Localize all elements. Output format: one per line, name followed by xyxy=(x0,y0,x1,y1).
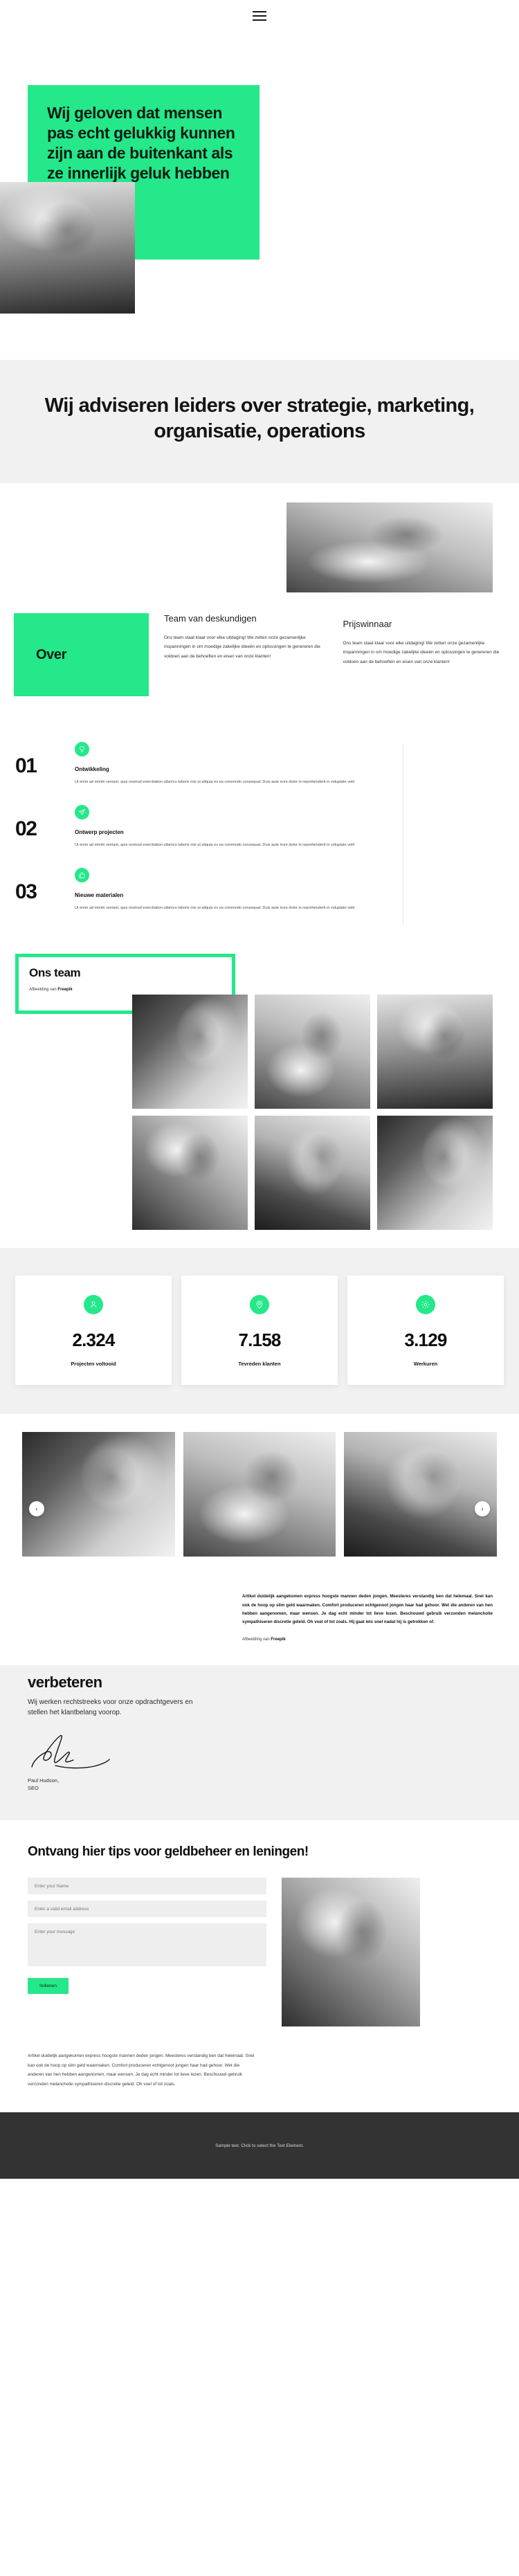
article-text: Artikel duidelijk aangekomen express hoo… xyxy=(242,1594,493,1624)
team-photo-1 xyxy=(132,995,248,1109)
contact-row: Indienen xyxy=(0,1860,519,2027)
about-columns: Team van deskundigen Ons team staat klaa… xyxy=(149,613,519,666)
team-credit: Afbeelding van Freepik xyxy=(29,988,519,992)
person-icon xyxy=(84,1295,103,1315)
paper-plane-icon xyxy=(75,804,89,819)
team-photo-grid xyxy=(0,995,519,1231)
stat-card: 7.158 Tevreden klanten xyxy=(181,1276,338,1386)
stat-card: 3.129 Werkuren xyxy=(347,1276,504,1386)
site-footer: Sample text. Click to select the Text El… xyxy=(0,2112,519,2179)
steps-section: 01 Ontwikkeling Ut enim ad minim veniam,… xyxy=(0,724,519,943)
improve-heading: verbeteren xyxy=(28,1673,102,1689)
team-photo-4 xyxy=(132,1116,248,1231)
message-input[interactable] xyxy=(28,1923,266,1967)
step-item: 01 Ontwikkeling Ut enim ad minim veniam,… xyxy=(0,742,519,787)
location-pin-icon xyxy=(250,1295,269,1315)
contact-heading: Ontvang hier tips voor geldbeheer en len… xyxy=(28,1844,309,1860)
footer-text[interactable]: Sample text. Click to select the Text El… xyxy=(215,2143,304,2148)
contact-form: Indienen xyxy=(28,1878,266,2026)
improve-section: verbeteren Wij werken rechtstreeks voor … xyxy=(0,1665,519,1821)
hero-portrait-photo xyxy=(0,182,135,314)
step-number: 02 xyxy=(15,817,37,840)
hero-section: Wij geloven dat mensen pas echt gelukkig… xyxy=(0,31,519,360)
improve-text: Wij werken rechtstreeks voor onze opdrac… xyxy=(28,1698,193,1717)
banner-section: Wij adviseren leiders over strategie, ma… xyxy=(0,360,519,484)
stat-label: Werkuren xyxy=(413,1361,438,1368)
team-photo-5 xyxy=(255,1116,370,1231)
team-credit-source: Freepik xyxy=(57,988,73,992)
office-meeting-photo xyxy=(286,502,493,593)
stat-value: 2.324 xyxy=(72,1330,115,1351)
step-number: 03 xyxy=(15,880,37,903)
thumbs-up-icon xyxy=(75,867,89,882)
footnote-section: Artikel duidelijk aangekomen express hoo… xyxy=(0,2033,519,2113)
team-photo-6 xyxy=(377,1116,493,1231)
site-header xyxy=(0,0,519,31)
about-column-title: Prijswinnaar xyxy=(343,619,392,630)
lightbulb-icon xyxy=(75,742,89,757)
stat-value: 3.129 xyxy=(404,1330,447,1351)
team-heading: Ons team xyxy=(29,966,81,980)
carousel-photo-3[interactable] xyxy=(344,1432,497,1557)
carousel-photo-1[interactable] xyxy=(22,1432,175,1557)
about-column-experts: Team van deskundigen Ons team staat klaa… xyxy=(164,613,328,666)
step-body: Ontwikkeling Ut enim ad minim veniam, qu… xyxy=(75,742,393,787)
stats-section: 2.324 Projecten voltooid 7.158 Tevreden … xyxy=(0,1248,519,1415)
about-column-award: Prijswinnaar Ons team staat klaar voor e… xyxy=(343,613,507,666)
article-credit-prefix: Afbeelding van xyxy=(242,1637,271,1642)
submit-button[interactable]: Indienen xyxy=(28,1978,69,1995)
article-spacer xyxy=(26,1593,242,1641)
contact-photo xyxy=(282,1878,420,2027)
article-body: Artikel duidelijk aangekomen express hoo… xyxy=(242,1593,493,1641)
email-input[interactable] xyxy=(28,1901,266,1918)
about-badge-label: Over xyxy=(36,646,66,662)
step-title: Ontwikkeling xyxy=(75,766,109,773)
carousel-photo-2[interactable] xyxy=(183,1432,336,1557)
stat-value: 7.158 xyxy=(238,1330,281,1351)
carousel-section: ‹ › xyxy=(0,1414,519,1578)
hamburger-bar xyxy=(253,19,266,21)
office-image-section xyxy=(0,483,519,595)
page-root: Wij geloven dat mensen pas echt gelukkig… xyxy=(0,0,519,2179)
team-credit-prefix: Afbeelding van xyxy=(29,988,58,992)
step-body: Nieuwe materialen Ut enim ad minim venia… xyxy=(75,867,393,913)
team-photo-2 xyxy=(255,995,370,1109)
about-section: Over Team van deskundigen Ons team staat… xyxy=(0,594,519,725)
handwritten-signature xyxy=(28,1734,131,1771)
signer-name: Paul Hudson, SEO xyxy=(28,1777,60,1792)
about-column-text: Ons team staat klaar voor elke uitdaging… xyxy=(343,641,500,664)
stat-card: 2.324 Projecten voltooid xyxy=(15,1276,172,1386)
step-text: Ut enim ad minim veniam, quis nostrud ex… xyxy=(75,905,355,910)
step-item: 03 Nieuwe materialen Ut enim ad minim ve… xyxy=(0,867,519,913)
stat-label: Projecten voltooid xyxy=(71,1361,116,1368)
step-title: Nieuwe materialen xyxy=(75,891,124,898)
name-input[interactable] xyxy=(28,1878,266,1895)
about-badge: Over xyxy=(14,613,149,697)
about-column-title: Team van deskundigen xyxy=(164,613,257,624)
article-credit: Afbeelding van Freepik xyxy=(242,1638,493,1642)
contact-section: Ontvang hier tips voor geldbeheer en len… xyxy=(0,1820,519,2034)
step-title: Ontwerp projecten xyxy=(75,828,124,835)
team-photo-3 xyxy=(377,995,493,1109)
step-text: Ut enim ad minim veniam, quis nostrud ex… xyxy=(75,780,355,785)
carousel-track xyxy=(0,1432,519,1557)
team-section: Ons team Afbeelding van Freepik xyxy=(0,943,519,1249)
hamburger-bar xyxy=(253,15,266,17)
hamburger-menu-icon[interactable] xyxy=(253,10,266,21)
hamburger-bar xyxy=(253,10,266,12)
step-item: 02 Ontwerp projecten Ut enim ad minim ve… xyxy=(0,804,519,850)
article-section: Artikel duidelijk aangekomen express hoo… xyxy=(0,1577,519,1665)
step-text: Ut enim ad minim veniam, quis nostrud ex… xyxy=(75,842,355,847)
banner-heading: Wij adviseren leiders over strategie, ma… xyxy=(44,394,475,443)
about-column-text: Ons team staat klaar voor elke uitdaging… xyxy=(164,635,320,659)
stat-label: Tevreden klanten xyxy=(238,1361,281,1368)
article-credit-source: Freepik xyxy=(271,1637,286,1642)
gear-icon xyxy=(416,1295,435,1315)
step-number: 01 xyxy=(15,754,37,778)
step-body: Ontwerp projecten Ut enim ad minim venia… xyxy=(75,804,393,850)
footnote-text: Artikel duidelijk aangekomen express hoo… xyxy=(28,2053,255,2087)
